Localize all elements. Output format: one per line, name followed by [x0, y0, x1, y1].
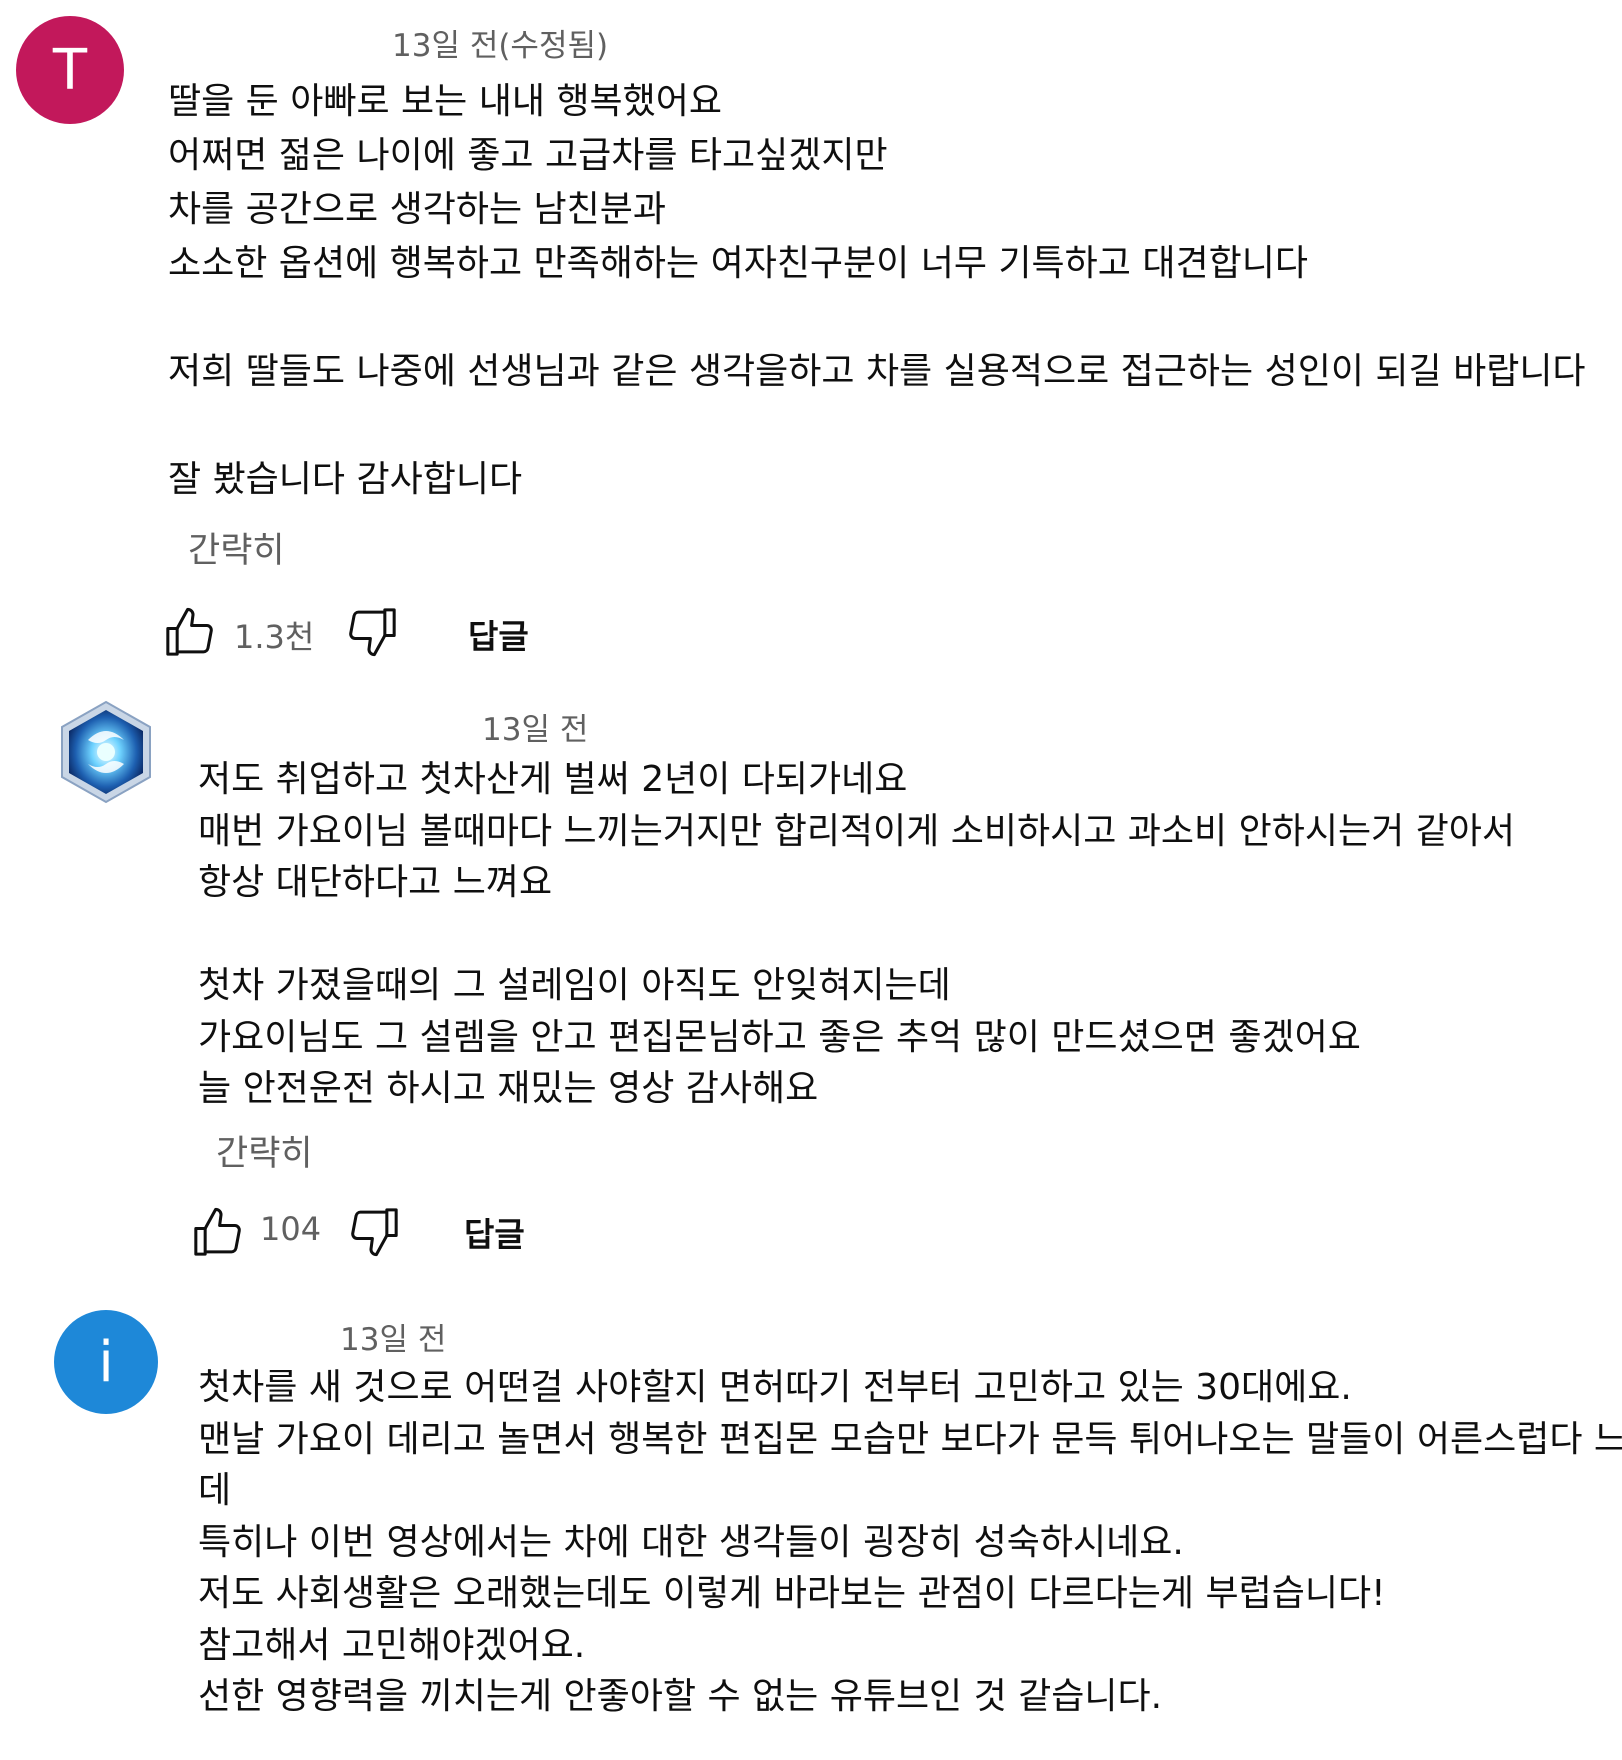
collapse-button[interactable]: 간략히 — [216, 1125, 313, 1176]
thumbs-up-icon — [194, 1207, 241, 1256]
comment-timestamp[interactable]: 13일 전 — [482, 704, 588, 749]
comment-text: 저도 취업하고 첫차산게 벌써 2년이 다되가네요 매번 가요이님 볼때마다 느… — [198, 759, 1515, 1109]
comment-text: 딸을 둔 아빠로 보는 내내 행복했어요 어쩌면 젊은 나이에 좋고 고급차를 … — [168, 81, 1586, 500]
avatar-letter: i — [98, 1329, 114, 1395]
collapse-button[interactable]: 간략히 — [188, 522, 285, 573]
dislike-button[interactable] — [346, 1204, 402, 1260]
avatar[interactable]: i — [54, 1310, 158, 1414]
reply-button[interactable]: 답글 — [464, 1208, 525, 1256]
comment-1: T 13일 전(수정됨) 딸을 둔 아빠로 보는 내내 행복했어요 어쩌면 젊은… — [0, 0, 1622, 680]
avatar[interactable]: T — [16, 16, 124, 124]
reply-button[interactable]: 답글 — [468, 610, 529, 658]
comment-2: 13일 전 저도 취업하고 첫차산게 벌써 2년이 다되가네요 매번 가요이님 … — [0, 690, 1622, 1290]
comment-timestamp[interactable]: 13일 전 — [340, 1314, 446, 1359]
thumbs-down-icon — [351, 1208, 398, 1257]
like-button[interactable] — [162, 604, 218, 660]
heroes-emblem-icon[interactable] — [58, 700, 154, 804]
comment-text: 첫차를 새 것으로 어떤걸 사야할지 면허따기 전부터 고민하고 있는 30대에… — [198, 1367, 1622, 1717]
thumbs-up-icon — [166, 607, 213, 656]
avatar-letter: T — [52, 37, 88, 103]
like-count: 1.3천 — [234, 618, 315, 656]
like-count: 104 — [260, 1210, 322, 1248]
comment-3: i 13일 전 첫차를 새 것으로 어떤걸 사야할지 면허따기 전부터 고민하고… — [0, 1300, 1622, 1760]
dislike-button[interactable] — [344, 604, 400, 660]
like-button[interactable] — [190, 1204, 246, 1260]
comment-timestamp[interactable]: 13일 전(수정됨) — [392, 20, 608, 65]
thumbs-down-icon — [349, 608, 396, 657]
